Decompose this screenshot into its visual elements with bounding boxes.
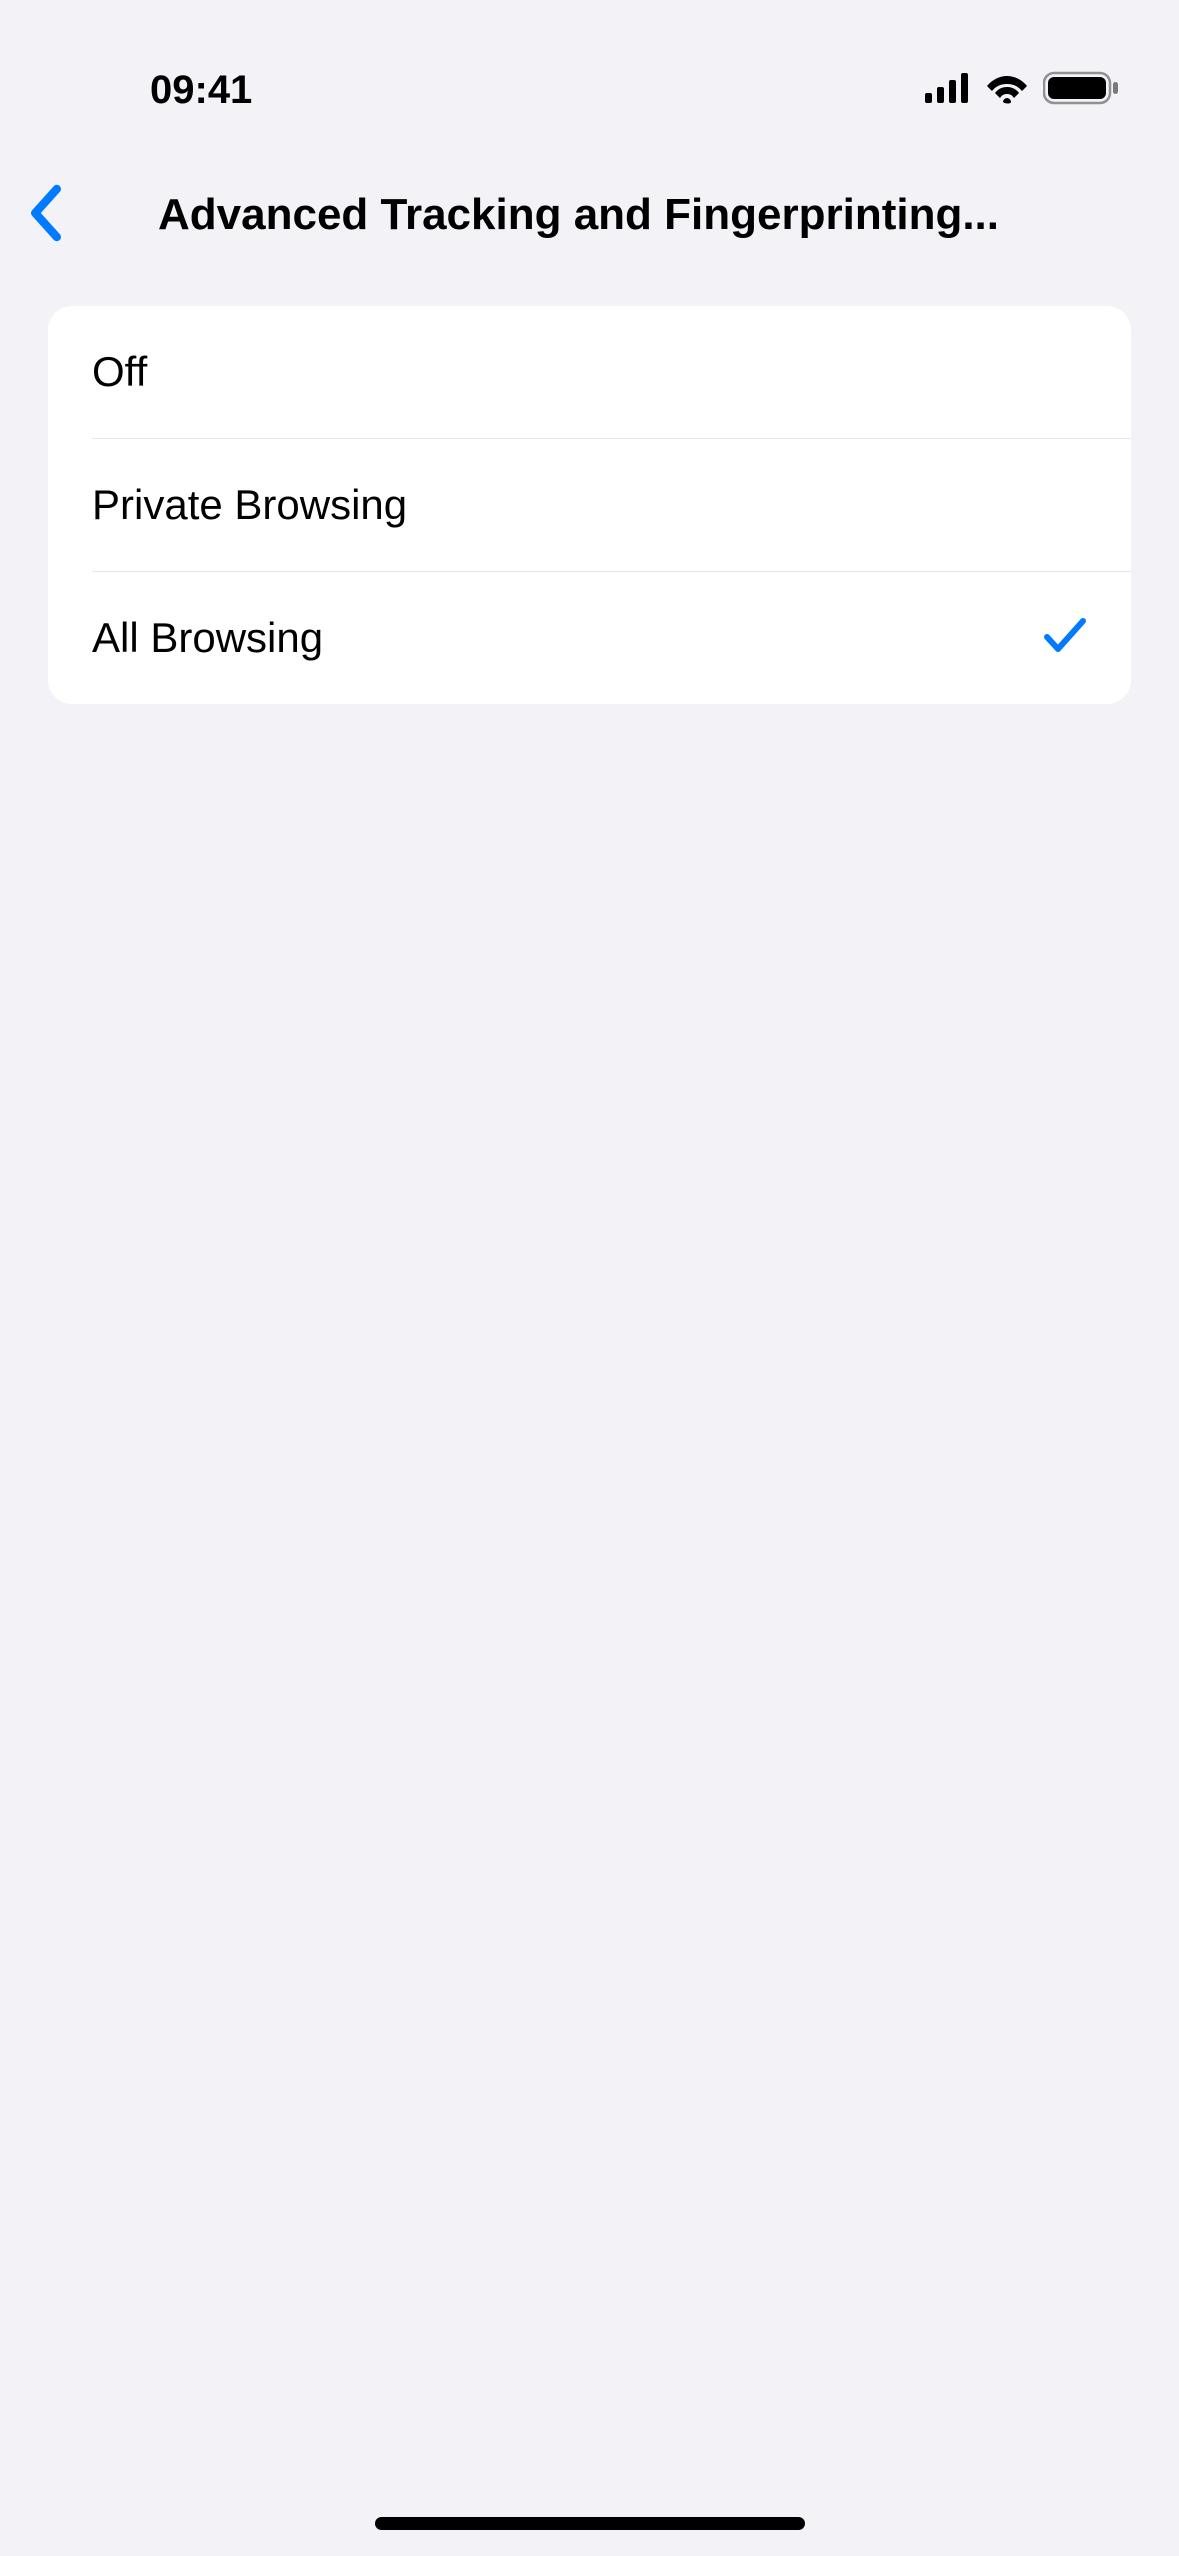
page-title: Advanced Tracking and Fingerprinting... [30,190,1149,240]
option-label: Private Browsing [92,481,407,529]
checkmark-icon [1043,615,1087,662]
back-button[interactable] [28,184,64,247]
status-time: 09:41 [50,68,252,113]
option-label: Off [92,348,147,396]
option-all-browsing[interactable]: All Browsing [48,572,1131,704]
chevron-left-icon [28,184,64,247]
options-list: Off Private Browsing All Browsing [48,306,1131,704]
home-indicator [375,2517,805,2530]
option-label: All Browsing [92,614,323,662]
wifi-icon [985,72,1029,109]
status-icons [925,70,1129,111]
cellular-icon [925,73,971,108]
battery-icon [1043,70,1119,111]
status-bar: 09:41 [0,0,1179,140]
navigation-bar: Advanced Tracking and Fingerprinting... [0,140,1179,270]
option-off[interactable]: Off [48,306,1131,438]
option-private-browsing[interactable]: Private Browsing [48,439,1131,571]
